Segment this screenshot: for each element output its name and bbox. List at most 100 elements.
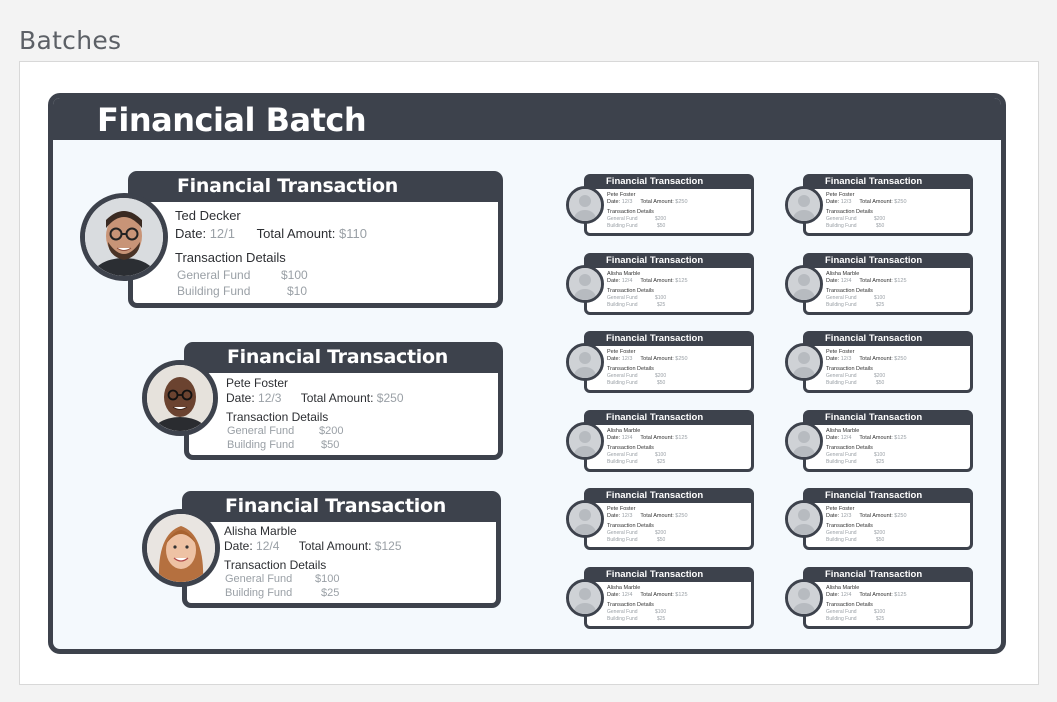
date-label: Date: xyxy=(607,435,621,441)
fund-amount: $25 xyxy=(321,587,340,599)
transaction-card-header: Financial Transaction xyxy=(133,175,498,202)
fund-name: General Fund xyxy=(225,573,293,585)
transaction-card-small: Financial Transaction Pete Foster Date: 12… xyxy=(785,331,973,393)
transaction-title: Financial Transaction xyxy=(606,333,704,344)
total-value: $250 xyxy=(675,356,688,362)
transaction-card-header: Financial Transaction xyxy=(587,176,751,189)
total-label: Total Amount: xyxy=(859,199,893,205)
total-value: $125 xyxy=(894,592,907,598)
fund-amount: $50 xyxy=(657,223,666,229)
fund-name: General Fund xyxy=(177,268,251,282)
date-label: Date: xyxy=(607,513,621,519)
total-label: Total Amount: xyxy=(640,356,674,362)
donor-name: Alisha Marble xyxy=(826,271,860,277)
woman-photo xyxy=(147,514,215,582)
fund-name: General Fund xyxy=(826,609,857,615)
donor-name: Alisha Marble xyxy=(826,428,860,434)
fund-row: Building Fund $50 xyxy=(607,537,665,543)
date-label: Date: xyxy=(607,199,621,205)
donor-name: Pete Foster xyxy=(826,506,855,512)
transaction-title: Financial Transaction xyxy=(825,176,923,187)
date-value: 12/4 xyxy=(840,435,852,441)
details-title: Transaction Details xyxy=(826,288,873,294)
transaction-card-body: Financial Transaction Pete Foster Date: … xyxy=(184,342,503,460)
transaction-card-small: Financial Transaction Alisha Marble Date: … xyxy=(785,410,973,472)
donor-name: Pete Foster xyxy=(607,192,636,198)
donor-name: Pete Foster xyxy=(607,349,636,355)
transaction-card-body: Financial Transaction Alisha Marble Date: … xyxy=(584,567,754,629)
transaction-meta: Date: 12/3 Total Amount: $250 xyxy=(826,513,907,519)
fund-row: General Fund $100 xyxy=(607,609,666,615)
fund-name: Building Fund xyxy=(227,439,295,451)
fund-row: Building Fund $50 xyxy=(607,380,665,386)
transaction-meta: Date: 12/3 Total Amount: $250 xyxy=(826,199,907,205)
fund-amount: $25 xyxy=(657,302,666,308)
transaction-title: Financial Transaction xyxy=(825,333,923,344)
fund-name: General Fund xyxy=(607,373,638,379)
date-value: 12/3 xyxy=(621,513,633,519)
fund-amount: $50 xyxy=(876,380,885,386)
date-value: 12/4 xyxy=(256,539,280,553)
donor-name: Alisha Marble xyxy=(224,524,297,538)
total-label: Total Amount: xyxy=(640,199,674,205)
bald-man-photo xyxy=(147,365,213,431)
transaction-card-header: Financial Transaction xyxy=(806,412,970,425)
transaction-card-small: Financial Transaction Pete Foster Date: 12… xyxy=(785,174,973,236)
fund-amount: $50 xyxy=(876,223,885,229)
fund-amount: $50 xyxy=(876,537,885,543)
transaction-card-small: Financial Transaction Pete Foster Date: 12… xyxy=(566,174,754,236)
person-placeholder-icon xyxy=(785,265,823,303)
man-with-glasses-photo xyxy=(85,198,163,276)
person-placeholder-icon xyxy=(785,186,823,224)
person-placeholder-icon xyxy=(566,186,604,224)
transaction-card-body: Financial Transaction Alisha Marble Date… xyxy=(182,491,501,608)
avatar xyxy=(142,509,220,587)
donor-name: Pete Foster xyxy=(826,349,855,355)
donor-name: Alisha Marble xyxy=(607,271,641,277)
date-label: Date: xyxy=(826,356,840,362)
fund-amount: $50 xyxy=(321,439,340,451)
person-placeholder-icon xyxy=(566,265,604,303)
transaction-meta: Date: 12/4 Total Amount: $125 xyxy=(224,539,402,553)
fund-row: General Fund $100 xyxy=(607,295,666,301)
transaction-card-body: Financial Transaction Pete Foster Date: 12… xyxy=(584,331,754,393)
transaction-meta: Date: 12/1 Total Amount: $110 xyxy=(175,226,367,241)
fund-name: General Fund xyxy=(607,216,638,222)
fund-row: Building Fund $25 xyxy=(826,302,884,308)
total-label: Total Amount: xyxy=(859,592,893,598)
fund-amount: $100 xyxy=(874,609,886,615)
fund-name: Building Fund xyxy=(225,587,293,599)
transaction-meta: Date: 12/4 Total Amount: $125 xyxy=(826,278,907,284)
date-value: 12/4 xyxy=(840,592,852,598)
date-value: 12/4 xyxy=(621,278,633,284)
transaction-card-small: Financial Transaction Alisha Marble Date: … xyxy=(566,567,754,629)
total-value: $125 xyxy=(675,278,688,284)
date-value: 12/4 xyxy=(840,278,852,284)
fund-name: Building Fund xyxy=(607,380,638,386)
donor-name: Alisha Marble xyxy=(826,585,860,591)
fund-row: Building Fund $50 xyxy=(826,223,884,229)
transaction-meta: Date: 12/3 Total Amount: $250 xyxy=(607,199,688,205)
total-value: $125 xyxy=(894,278,907,284)
fund-amount: $50 xyxy=(657,537,666,543)
fund-amount: $200 xyxy=(655,530,667,536)
date-label: Date: xyxy=(826,199,840,205)
transaction-card-header: Financial Transaction xyxy=(806,333,970,346)
date-label: Date: xyxy=(607,592,621,598)
fund-row: General Fund $200 xyxy=(607,373,666,379)
transaction-title: Financial Transaction xyxy=(606,569,704,580)
fund-amount: $200 xyxy=(655,373,667,379)
batch-title: Financial Batch xyxy=(97,101,367,139)
transaction-card-small: Financial Transaction Alisha Marble Date: … xyxy=(785,253,973,315)
date-label: Date: xyxy=(224,539,253,553)
transaction-card-body: Financial Transaction Alisha Marble Date: … xyxy=(803,253,973,315)
transaction-meta: Date: 12/4 Total Amount: $125 xyxy=(607,435,688,441)
fund-row: General Fund $200 xyxy=(607,216,666,222)
total-label: Total Amount: xyxy=(859,513,893,519)
details-title: Transaction Details xyxy=(607,523,654,529)
transaction-card-header: Financial Transaction xyxy=(587,333,751,346)
fund-name: Building Fund xyxy=(826,616,857,622)
fund-name: Building Fund xyxy=(177,284,251,298)
fund-row: General Fund $200 xyxy=(826,373,885,379)
details-title: Transaction Details xyxy=(607,366,654,372)
